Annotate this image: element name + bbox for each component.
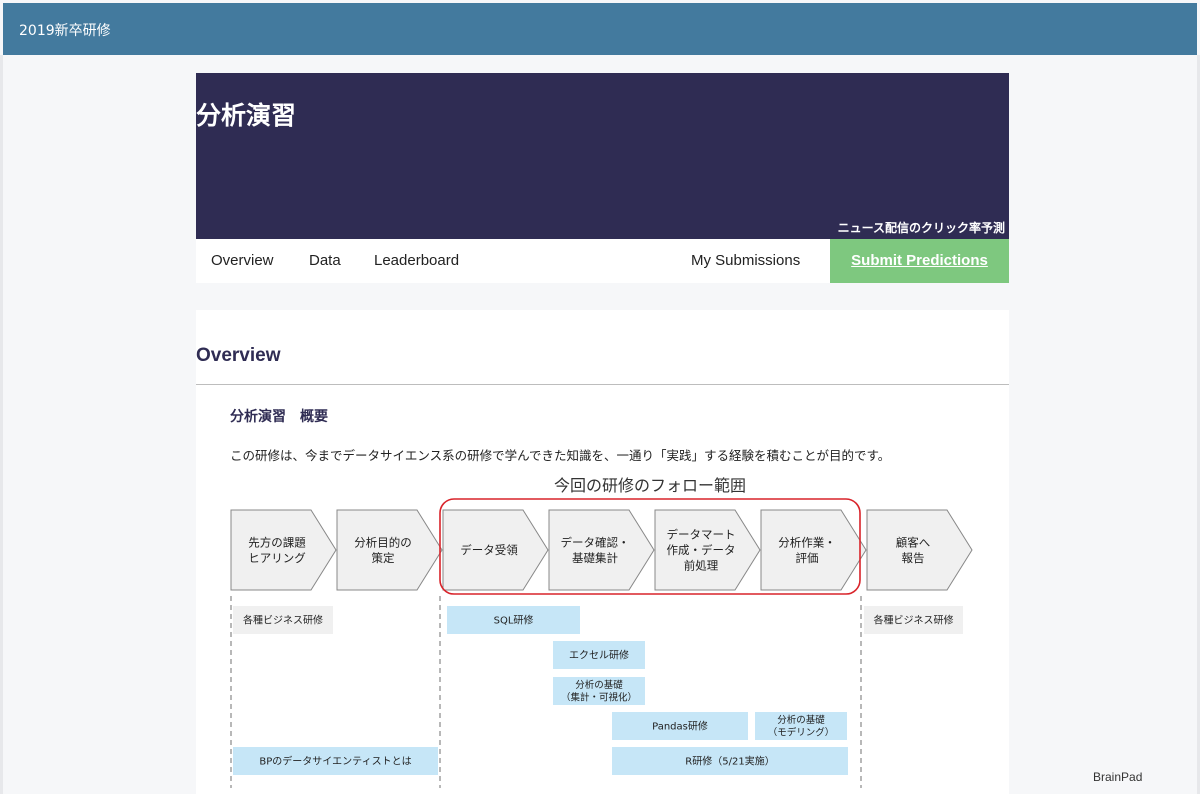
- process-step-label: ヒアリング: [248, 551, 306, 565]
- diagram-title: 今回の研修のフォロー範囲: [554, 476, 746, 495]
- competition-subtitle: ニュース配信のクリック率予測: [837, 221, 1005, 235]
- process-step-label: 顧客へ: [896, 535, 931, 549]
- tab-overview[interactable]: Overview: [211, 239, 274, 283]
- process-step-label: 策定: [372, 551, 395, 565]
- course-box-label: 分析の基礎: [575, 679, 623, 691]
- course-box-label: SQL研修: [494, 614, 534, 627]
- course-box-label: エクセル研修: [569, 649, 629, 662]
- overview-paragraph: この研修は、今までデータサイエンス系の研修で学んできた知識を、一通り「実践」する…: [230, 448, 891, 463]
- course-box-label: 分析の基礎: [777, 714, 825, 726]
- process-step-label: データ受領: [460, 543, 518, 557]
- process-step-label: 評価: [796, 551, 819, 565]
- process-step-label: データマート: [667, 528, 736, 542]
- course-box-label: （モデリング）: [768, 727, 835, 739]
- tab-data[interactable]: Data: [309, 239, 341, 283]
- process-step-label: 報告: [902, 551, 925, 565]
- process-steps: 先方の課題ヒアリング 分析目的の策定 データ受領 データ確認・基礎集計 データマート作成…: [230, 509, 973, 591]
- course-box-label: （集計・可視化）: [561, 692, 637, 704]
- process-step-label: 作成・データ: [667, 543, 736, 557]
- tab-my-submissions[interactable]: My Submissions: [691, 239, 800, 283]
- submit-predictions-button[interactable]: Submit Predictions: [830, 239, 1009, 283]
- business-training-box-label: 各種ビジネス研修: [874, 614, 954, 627]
- left-border: [0, 55, 3, 794]
- section-heading: Overview: [196, 345, 281, 366]
- course-box-label: Pandas研修: [652, 720, 708, 733]
- process-step-label: 前処理: [684, 559, 719, 573]
- brand-footer: BrainPad: [1093, 770, 1143, 784]
- course-box-label: R研修（5/21実施）: [685, 755, 774, 768]
- subsection-heading: 分析演習 概要: [230, 409, 328, 425]
- competition-title: 分析演習: [196, 101, 297, 130]
- process-step-label: 基礎集計: [572, 551, 618, 565]
- section-divider: [196, 384, 1009, 385]
- competition-header: 分析演習 ニュース配信のクリック率予測: [196, 73, 1009, 239]
- business-training-box-label: 各種ビジネス研修: [243, 614, 323, 627]
- tab-leaderboard[interactable]: Leaderboard: [374, 239, 459, 283]
- process-step-label: データ確認・: [561, 535, 630, 549]
- process-step-label: 分析目的の: [354, 535, 412, 549]
- process-step-label: 分析作業・: [778, 535, 836, 549]
- training-boxes: 各種ビジネス研修 各種ビジネス研修SQL研修エクセル研修分析の基礎（集計・可視化）…: [233, 606, 963, 775]
- training-scope-diagram: 今回の研修のフォロー範囲 先方の課題ヒアリング 分析目的の策定 データ受領 データ確認…: [230, 476, 973, 788]
- course-box-label: BPのデータサイエンティストとは: [259, 755, 411, 768]
- top-bar: 2019新卒研修: [3, 3, 1197, 55]
- process-step-label: 先方の課題: [248, 535, 306, 549]
- tab-bar: Overview Data Leaderboard My Submissions…: [196, 239, 1009, 283]
- app-title[interactable]: 2019新卒研修: [19, 20, 111, 40]
